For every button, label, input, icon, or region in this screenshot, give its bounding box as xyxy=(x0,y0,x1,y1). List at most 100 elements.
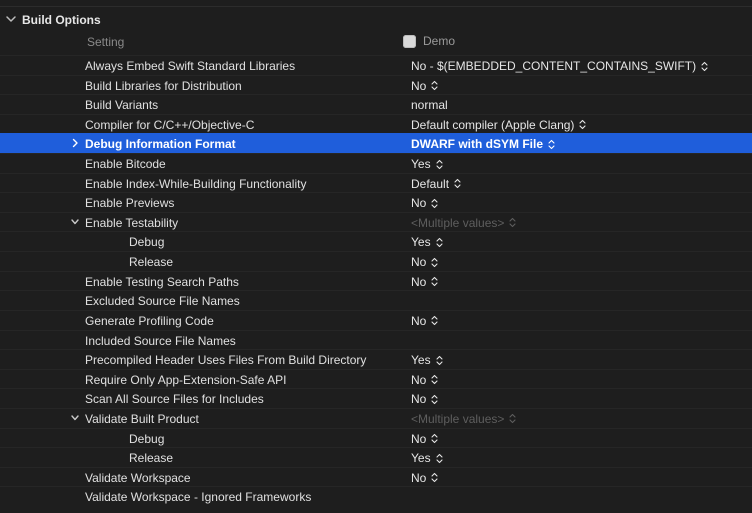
setting-row[interactable]: Enable Testability <Multiple values> xyxy=(0,211,752,232)
setting-value[interactable]: Yes xyxy=(411,157,443,171)
setting-name: Excluded Source File Names xyxy=(85,294,240,309)
setting-value-text: Default compiler (Apple Clang) xyxy=(411,117,575,132)
setting-value-text: Default xyxy=(411,176,450,191)
setting-value[interactable]: No xyxy=(411,432,438,446)
setting-value[interactable]: No - $(EMBEDDED_CONTENT_CONTAINS_SWIFT) xyxy=(411,59,708,73)
stepper-icon xyxy=(431,316,438,326)
setting-value-text: Yes xyxy=(411,157,431,172)
setting-row[interactable]: Precompiled Header Uses Files From Build… xyxy=(0,349,752,369)
setting-row[interactable]: Validate Built Product <Multiple values> xyxy=(0,407,752,428)
top-divider xyxy=(0,0,752,7)
setting-row[interactable]: Compiler for C/C++/Objective-C Default co… xyxy=(0,113,752,134)
setting-value[interactable]: Yes xyxy=(411,235,443,249)
setting-row[interactable]: Debug Yes xyxy=(0,231,752,251)
setting-value[interactable]: Yes xyxy=(411,451,443,465)
setting-row[interactable]: Enable Previews No xyxy=(0,192,752,212)
setting-row[interactable]: Included Source File Names xyxy=(0,329,752,350)
chevron-down-icon[interactable] xyxy=(70,412,80,424)
stepper-icon xyxy=(436,159,443,169)
stepper-icon xyxy=(431,375,438,385)
stepper-icon xyxy=(509,414,516,424)
setting-row[interactable]: Enable Testing Search Paths No xyxy=(0,270,752,291)
column-header-target[interactable]: Demo xyxy=(403,34,455,48)
setting-value-text: DWARF with dSYM File xyxy=(411,137,543,152)
stepper-icon xyxy=(509,218,516,228)
setting-row[interactable]: Enable Index-While-Building Functionalit… xyxy=(0,172,752,193)
setting-value[interactable]: Default xyxy=(411,177,461,191)
section-title: Build Options xyxy=(22,13,101,27)
setting-row[interactable]: Release No xyxy=(0,251,752,271)
setting-value-text: No xyxy=(411,274,427,289)
setting-value-text: Yes xyxy=(411,353,431,368)
setting-name: Require Only App-Extension-Safe API xyxy=(85,372,287,387)
chevron-down-icon[interactable] xyxy=(5,12,17,26)
stepper-icon xyxy=(431,257,438,267)
setting-value[interactable]: No xyxy=(411,79,438,93)
setting-name: Build Variants xyxy=(85,98,159,113)
app-icon xyxy=(403,34,416,48)
setting-value-text: No xyxy=(411,372,427,387)
setting-name: Debug xyxy=(129,235,165,250)
setting-row[interactable]: Debug No xyxy=(0,427,752,448)
setting-value[interactable]: Default compiler (Apple Clang) xyxy=(411,118,586,132)
chevron-right-icon[interactable] xyxy=(70,137,80,149)
setting-value[interactable]: No xyxy=(411,255,438,269)
stepper-icon xyxy=(436,237,443,248)
setting-row[interactable]: Enable Bitcode Yes xyxy=(0,153,752,173)
setting-name: Enable Testing Search Paths xyxy=(85,274,239,289)
stepper-icon xyxy=(431,473,438,483)
setting-row[interactable]: Build Libraries for Distribution No xyxy=(0,74,752,95)
setting-row[interactable]: Always Embed Swift Standard Libraries No … xyxy=(0,55,752,75)
setting-name: Compiler for C/C++/Objective-C xyxy=(85,117,255,132)
setting-value-text: No xyxy=(411,255,427,270)
stepper-icon xyxy=(548,139,555,149)
setting-row[interactable]: Scan All Source Files for Includes No xyxy=(0,388,752,408)
setting-value[interactable]: normal xyxy=(411,98,448,112)
setting-row[interactable]: Require Only App-Extension-Safe API No xyxy=(0,368,752,389)
setting-row[interactable]: Validate Workspace - Ignored Frameworks xyxy=(0,486,752,506)
column-header-setting[interactable]: Setting xyxy=(87,35,124,49)
stepper-icon xyxy=(436,453,443,463)
setting-value-text: No xyxy=(411,78,427,93)
setting-row[interactable]: Generate Profiling Code No xyxy=(0,309,752,330)
setting-value[interactable]: No xyxy=(411,196,438,210)
stepper-icon xyxy=(431,81,438,91)
column-header: Setting Demo xyxy=(0,31,752,51)
setting-row[interactable]: Debug Information Format DWARF with dSYM … xyxy=(0,133,752,154)
setting-value[interactable]: No xyxy=(411,275,438,289)
setting-value[interactable]: No xyxy=(411,392,438,406)
setting-value-text: No xyxy=(411,196,427,211)
setting-name: Validate Workspace - Ignored Frameworks xyxy=(85,490,312,505)
setting-row[interactable]: Release Yes xyxy=(0,447,752,467)
stepper-icon xyxy=(431,198,438,208)
chevron-down-icon[interactable] xyxy=(70,216,80,228)
setting-name: Precompiled Header Uses Files From Build… xyxy=(85,353,367,368)
section-header-build-options[interactable]: Build Options xyxy=(0,10,752,30)
setting-value[interactable]: No xyxy=(411,471,438,485)
setting-value[interactable]: DWARF with dSYM File xyxy=(411,137,555,151)
stepper-icon xyxy=(579,120,586,130)
setting-value[interactable]: No xyxy=(411,314,438,328)
stepper-icon xyxy=(701,61,708,71)
setting-row[interactable]: Excluded Source File Names xyxy=(0,290,752,310)
setting-row[interactable]: Validate Workspace No xyxy=(0,466,752,487)
setting-value-text: Yes xyxy=(411,451,431,466)
setting-value[interactable]: Yes xyxy=(411,353,443,367)
stepper-icon xyxy=(431,277,438,287)
setting-value[interactable]: <Multiple values> xyxy=(411,216,516,230)
target-name: Demo xyxy=(423,34,456,48)
setting-value-text: No xyxy=(411,392,427,407)
setting-name: Debug xyxy=(129,431,165,446)
setting-name: Release xyxy=(129,451,174,466)
setting-value-text: <Multiple values> xyxy=(411,215,505,230)
setting-value-text: No xyxy=(411,313,427,328)
setting-name: Enable Testability xyxy=(85,215,179,230)
setting-row[interactable]: Build Variants normal xyxy=(0,94,752,114)
setting-name: Validate Built Product xyxy=(85,411,199,426)
setting-name: Included Source File Names xyxy=(85,333,236,348)
setting-name: Always Embed Swift Standard Libraries xyxy=(85,59,296,73)
setting-value-text: Yes xyxy=(411,235,431,250)
setting-value[interactable]: <Multiple values> xyxy=(411,412,516,426)
stepper-icon xyxy=(431,394,438,404)
setting-value[interactable]: No xyxy=(411,373,438,387)
